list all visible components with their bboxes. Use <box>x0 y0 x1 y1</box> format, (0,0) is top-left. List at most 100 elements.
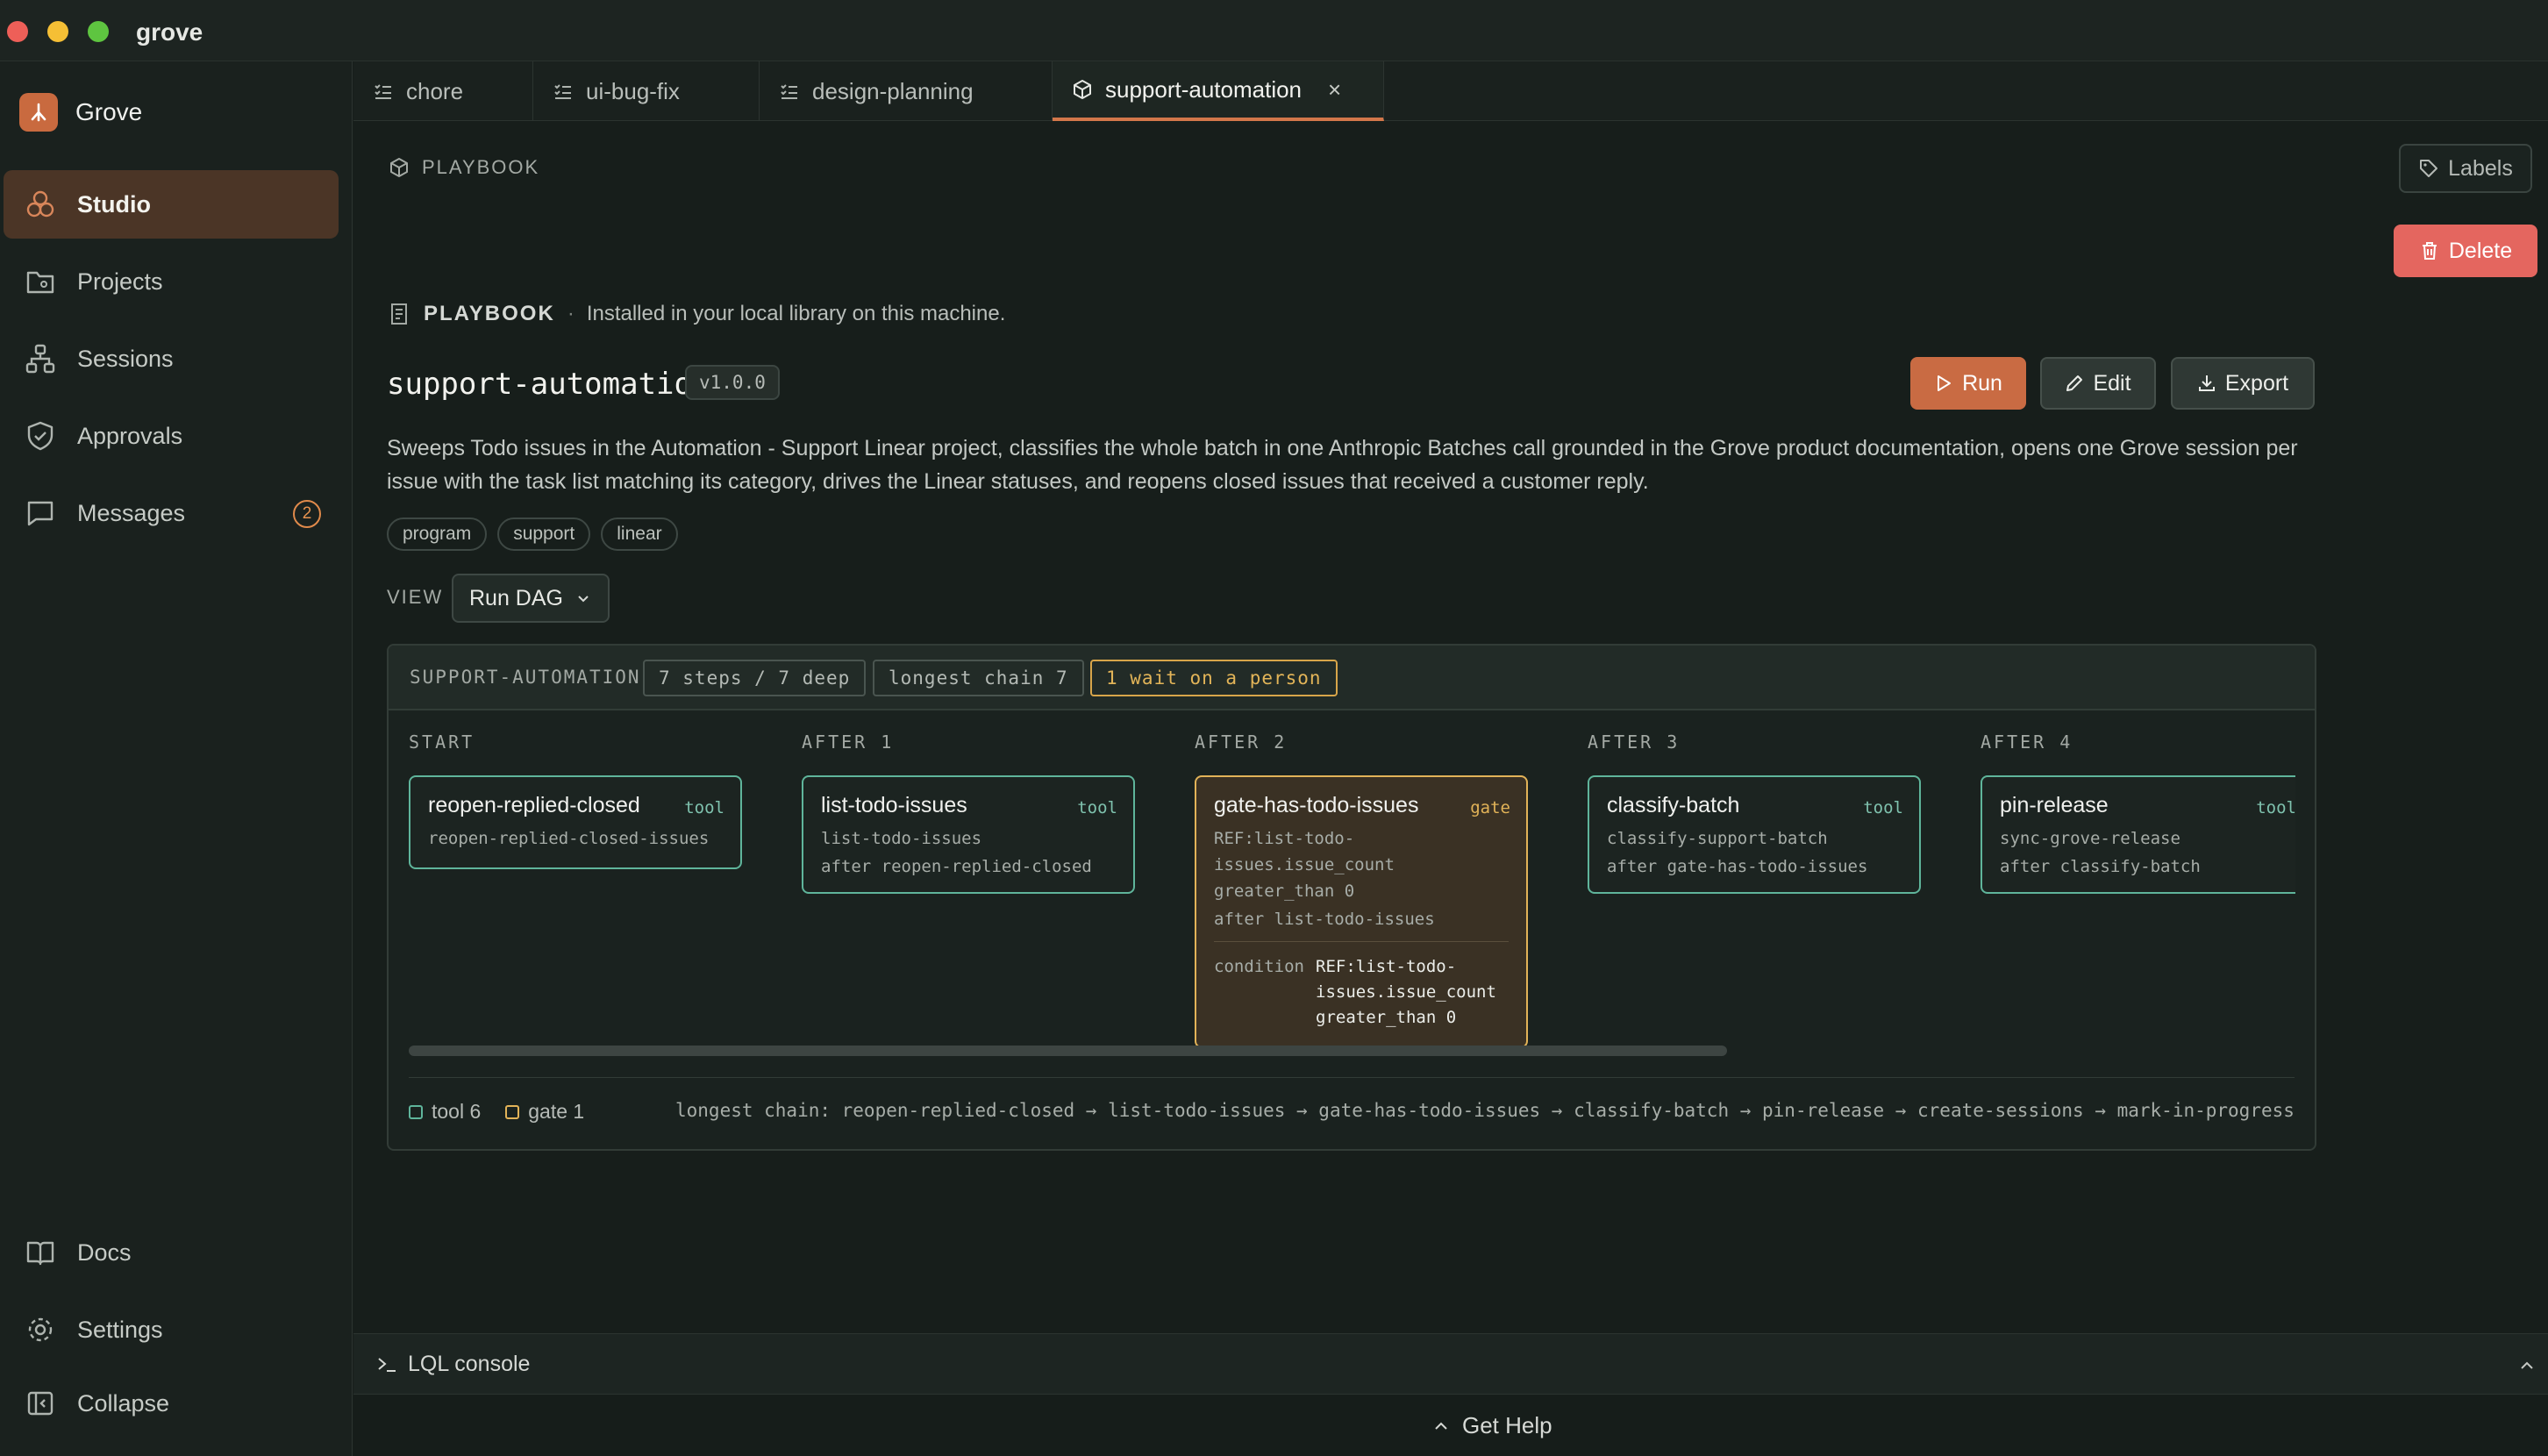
view-select[interactable]: Run DAG <box>452 574 610 623</box>
sidebar-item-settings[interactable]: Settings <box>4 1295 339 1364</box>
node-title: gate-has-todo-issues <box>1214 793 1419 817</box>
steps-chip: 7 steps / 7 deep <box>643 660 867 696</box>
package-icon <box>389 157 410 178</box>
sidebar-item-projects[interactable]: Projects <box>4 247 339 316</box>
brand[interactable]: Grove <box>19 93 142 132</box>
lql-console-bar[interactable]: LQL console <box>353 1333 2548 1395</box>
longest-chain-text: longest chain: reopen-replied-closed → l… <box>675 1100 2295 1121</box>
trash-icon <box>2419 240 2440 261</box>
dag-node-list-todo-issues[interactable]: list-todo-issues tool list-todo-issues a… <box>802 775 1135 894</box>
checklist-icon <box>373 81 394 102</box>
edit-button[interactable]: Edit <box>2040 357 2156 410</box>
sidebar-item-approvals[interactable]: Approvals <box>4 402 339 470</box>
get-help-label: Get Help <box>1462 1412 1552 1438</box>
node-after: after list-todo-issues <box>1214 910 1435 929</box>
zoom-window-button[interactable] <box>88 21 109 42</box>
document-icon <box>389 303 410 325</box>
sidebar-item-label: Approvals <box>77 422 183 449</box>
legend-gate-label: gate 1 <box>528 1100 585 1123</box>
gate-swatch <box>505 1104 520 1119</box>
shield-check-icon <box>23 418 58 453</box>
sidebar-item-label: Docs <box>77 1238 132 1266</box>
node-detail: classify-support-batch <box>1607 829 1828 848</box>
section-label: PLAYBOOK <box>424 302 555 325</box>
folder-icon <box>23 264 58 299</box>
node-detail: list-todo-issues <box>821 829 982 848</box>
window-titlebar: grove <box>0 0 2548 61</box>
close-tab-icon[interactable]: × <box>1328 76 1341 103</box>
delete-button[interactable]: Delete <box>2394 225 2537 277</box>
playbook-section-header: PLAYBOOK · Installed in your local libra… <box>389 302 1005 326</box>
tab-label: support-automation <box>1105 75 1303 103</box>
delete-button-label: Delete <box>2448 238 2513 263</box>
sidebar-item-label: Projects <box>77 268 163 295</box>
checklist-icon <box>779 81 800 102</box>
tab-label: ui-bug-fix <box>586 77 680 104</box>
separator: · <box>567 302 575 325</box>
close-window-button[interactable] <box>7 21 28 42</box>
minimize-window-button[interactable] <box>47 21 68 42</box>
dag-node-gate-has-todo-issues[interactable]: gate-has-todo-issues gate REF:list-todo-… <box>1195 775 1528 1048</box>
sidebar-item-docs[interactable]: Docs <box>4 1218 339 1287</box>
tab-bar: chore ui-bug-fix design-planning support… <box>353 61 2548 121</box>
labels-button-label: Labels <box>2448 155 2513 181</box>
dag-legend: tool 6 gate 1 <box>409 1100 609 1124</box>
terminal-icon <box>376 1355 397 1374</box>
dag-node-pin-release[interactable]: pin-release tool sync-grove-release afte… <box>1981 775 2295 894</box>
node-title: pin-release <box>2000 793 2109 817</box>
labels-button[interactable]: Labels <box>2399 144 2532 193</box>
play-icon <box>1934 374 1953 393</box>
tool-swatch <box>409 1104 423 1119</box>
node-kind: tool <box>684 798 724 817</box>
legend-tool: tool 6 <box>409 1100 481 1124</box>
version-badge: v1.0.0 <box>685 365 780 400</box>
tag-linear[interactable]: linear <box>601 517 678 551</box>
wait-chip: 1 wait on a person <box>1090 660 1338 696</box>
tag-program[interactable]: program <box>387 517 488 551</box>
tab-design-planning[interactable]: design-planning <box>760 61 1053 121</box>
tab-label: design-planning <box>812 77 974 104</box>
node-kind: tool <box>1863 798 1903 817</box>
section-note: Installed in your local library on this … <box>586 302 1006 325</box>
get-help-button[interactable]: Get Help <box>1432 1412 1552 1439</box>
sidebar-item-collapse[interactable]: Collapse <box>4 1369 339 1438</box>
dag-node-classify-batch[interactable]: classify-batch tool classify-support-bat… <box>1588 775 1921 894</box>
dag-node-reopen-replied-closed[interactable]: reopen-replied-closed tool reopen-replie… <box>409 775 742 869</box>
legend-tool-label: tool 6 <box>432 1100 482 1123</box>
sidebar-item-studio[interactable]: Studio <box>4 170 339 239</box>
chevron-up-icon[interactable] <box>2518 1357 2536 1374</box>
node-detail: sync-grove-release <box>2000 829 2180 848</box>
column-label-after-1: AFTER 1 <box>802 732 895 753</box>
condition-key: condition <box>1214 957 1304 976</box>
grove-logo-icon <box>19 93 58 132</box>
node-title: classify-batch <box>1607 793 1740 817</box>
sidebar-item-sessions[interactable]: Sessions <box>4 325 339 393</box>
sidebar: Grove Studio Projects Sessions Approvals… <box>0 61 353 1456</box>
run-button[interactable]: Run <box>1910 357 2026 410</box>
gear-icon <box>23 1312 58 1347</box>
edit-button-label: Edit <box>2093 370 2131 396</box>
tab-support-automation[interactable]: support-automation × <box>1053 61 1384 121</box>
tag-support[interactable]: support <box>497 517 591 551</box>
help-bar: Get Help <box>353 1395 2548 1456</box>
export-button[interactable]: Export <box>2171 357 2315 410</box>
dag-node-clip: pin-release tool sync-grove-release afte… <box>1981 775 2295 968</box>
gate-condition: condition REF:list-todo-issues.issue_cou… <box>1214 941 1509 1031</box>
sidebar-item-label: Collapse <box>77 1389 170 1417</box>
node-detail: REF:list-todo-issues.issue_count greater… <box>1214 829 1395 901</box>
playbook-description: Sweeps Todo issues in the Automation - S… <box>387 436 2298 494</box>
node-title: reopen-replied-closed <box>428 793 640 817</box>
tab-ui-bug-fix[interactable]: ui-bug-fix <box>533 61 760 121</box>
chain-chip: longest chain 7 <box>873 660 1084 696</box>
dag-header: SUPPORT-AUTOMATION 7 steps / 7 deep long… <box>389 646 2315 710</box>
export-button-label: Export <box>2224 370 2289 396</box>
dag-name: SUPPORT-AUTOMATION <box>410 667 641 688</box>
download-icon <box>2197 374 2216 393</box>
dag-horizontal-scrollbar[interactable] <box>409 1046 1727 1056</box>
tab-chore[interactable]: chore <box>353 61 533 121</box>
node-kind: gate <box>1470 798 1510 817</box>
playbook-title: support-automation <box>387 367 710 402</box>
brand-name: Grove <box>75 98 143 125</box>
window-title: grove <box>136 18 203 46</box>
sidebar-item-messages[interactable]: Messages 2 <box>4 479 339 547</box>
